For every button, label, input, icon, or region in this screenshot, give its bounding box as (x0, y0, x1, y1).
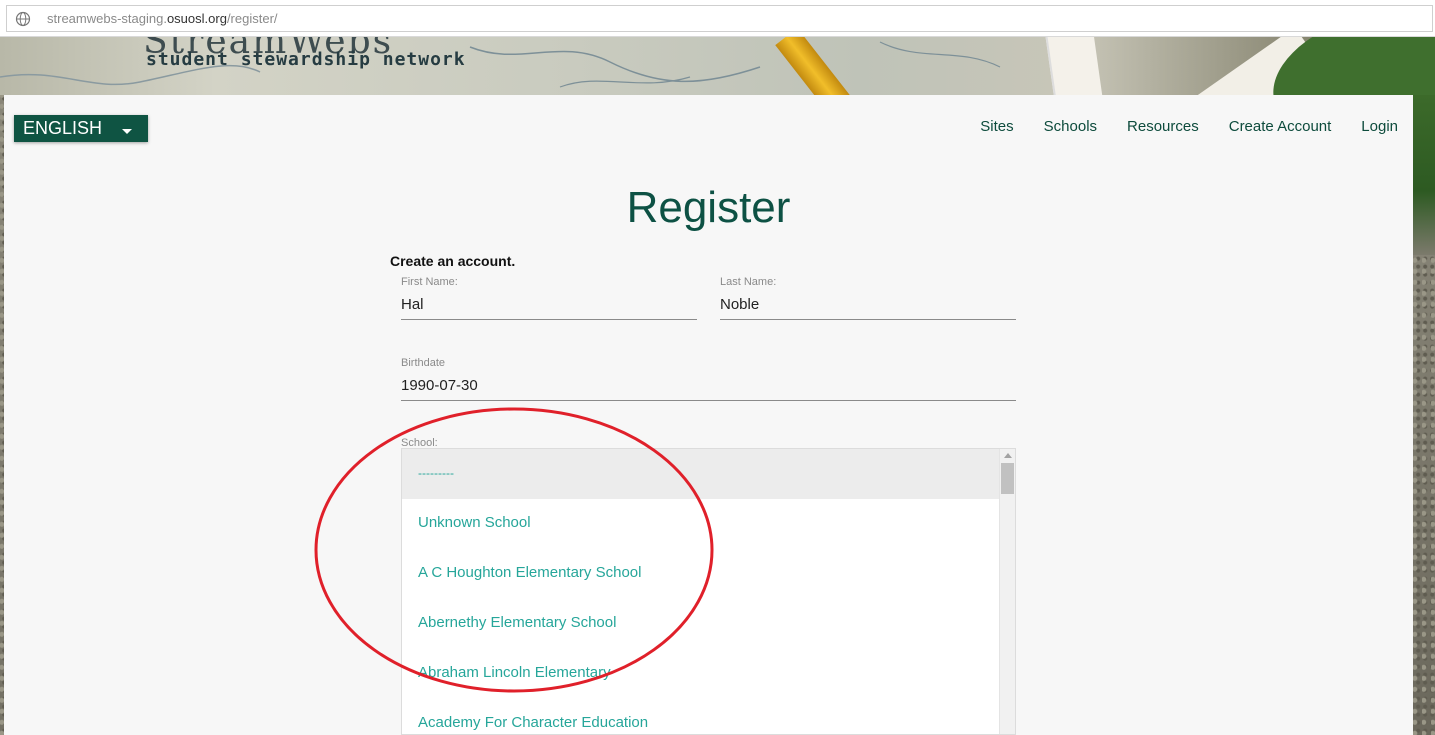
birthdate-field: Birthdate 1990-07-30 (401, 357, 1016, 401)
first-name-input[interactable]: Hal (401, 288, 697, 320)
language-dropdown[interactable]: ENGLISH (14, 115, 148, 142)
address-bar: streamwebs-staging.osuosl.org/register/ (0, 0, 1435, 37)
nav-resources[interactable]: Resources (1127, 118, 1199, 135)
nav-login[interactable]: Login (1361, 118, 1398, 135)
page-subtitle: Create an account. (390, 253, 516, 269)
school-option[interactable]: Academy For Character Education (402, 699, 1015, 734)
main-panel: ENGLISH Sites Schools Resources Create A… (4, 95, 1413, 735)
url-box[interactable]: streamwebs-staging.osuosl.org/register/ (6, 5, 1433, 32)
top-nav: Sites Schools Resources Create Account L… (980, 118, 1398, 135)
last-name-label: Last Name: (720, 276, 777, 288)
site-banner: StreamWebs student stewardship network (0, 37, 1435, 95)
first-name-field: First Name: Hal (401, 276, 697, 320)
listbox-scrollbar[interactable] (999, 449, 1015, 734)
school-option[interactable]: Abraham Lincoln Elementary (402, 649, 1015, 699)
scroll-thumb[interactable] (1001, 463, 1014, 494)
nav-sites[interactable]: Sites (980, 118, 1013, 135)
page-title: Register (626, 183, 791, 232)
school-select[interactable]: --------- Unknown School A C Houghton El… (401, 448, 1016, 735)
brand-tagline: student stewardship network (146, 49, 466, 70)
school-option[interactable]: A C Houghton Elementary School (402, 549, 1015, 599)
birthdate-input[interactable]: 1990-07-30 (401, 369, 1016, 401)
last-name-input[interactable]: Noble (720, 288, 1016, 320)
language-label: ENGLISH (23, 118, 103, 138)
scroll-up-arrow-icon[interactable] (1004, 453, 1012, 458)
school-option[interactable]: --------- (402, 449, 1015, 499)
globe-icon (15, 11, 31, 27)
caret-down-icon (122, 129, 132, 134)
last-name-field: Last Name: Noble (720, 276, 1016, 320)
url-text: streamwebs-staging.osuosl.org/register/ (47, 11, 278, 26)
nav-create-account[interactable]: Create Account (1229, 118, 1332, 135)
nav-schools[interactable]: Schools (1044, 118, 1097, 135)
school-option[interactable]: Unknown School (402, 499, 1015, 549)
first-name-label: First Name: (401, 276, 458, 288)
leaf-edge-decoration (1410, 95, 1435, 255)
ruler-decoration (1045, 37, 1103, 95)
birthdate-label: Birthdate (401, 357, 446, 369)
school-option[interactable]: Abernethy Elementary School (402, 599, 1015, 649)
